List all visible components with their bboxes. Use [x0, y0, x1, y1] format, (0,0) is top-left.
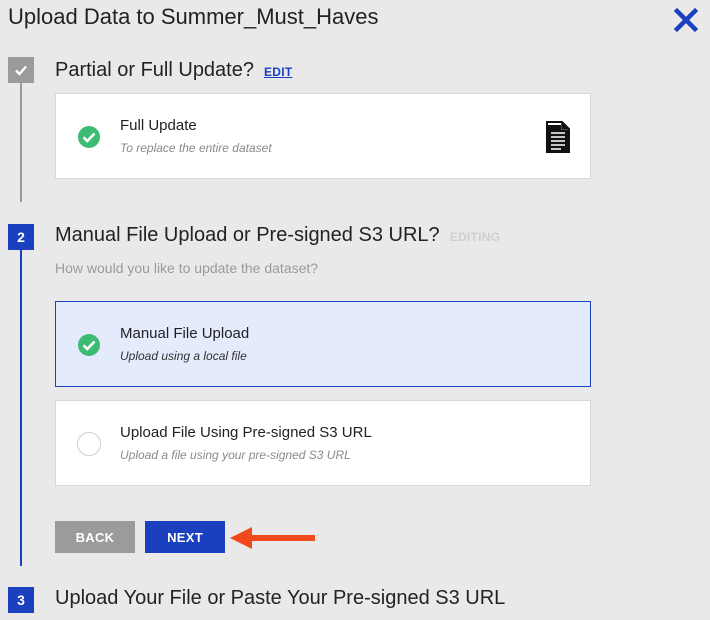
- step-2-heading: Manual File Upload or Pre-signed S3 URL?…: [55, 224, 500, 247]
- dialog-title: Upload Data to Summer_Must_Haves: [8, 4, 379, 29]
- check-circle-icon: [77, 125, 101, 149]
- s3-url-option[interactable]: Upload File Using Pre-signed S3 URL Uplo…: [55, 400, 591, 486]
- edit-link[interactable]: EDIT: [264, 65, 293, 79]
- step-2-rail: [20, 246, 22, 566]
- step-3-title: Upload Your File or Paste Your Pre-signe…: [55, 587, 506, 609]
- step-1-rail: [20, 82, 22, 202]
- step-1-title: Partial or Full Update?: [55, 59, 254, 81]
- check-circle-icon: [77, 333, 101, 357]
- check-icon: [15, 65, 27, 76]
- back-button[interactable]: BACK: [55, 521, 135, 553]
- step-3-heading: Upload Your File or Paste Your Pre-signe…: [55, 587, 505, 610]
- red-arrow-icon: [228, 524, 318, 552]
- option-title: Manual File Upload: [120, 325, 250, 342]
- option-subtitle: Upload a file using your pre-signed S3 U…: [120, 448, 351, 462]
- step-1-marker: [8, 57, 34, 83]
- step-2-question: How would you like to update the dataset…: [55, 260, 319, 276]
- option-title: Full Update: [120, 117, 197, 134]
- option-subtitle: Upload using a local file: [120, 349, 247, 363]
- step-1-heading: Partial or Full Update? EDIT: [55, 59, 293, 82]
- step-2-title: Manual File Upload or Pre-signed S3 URL?: [55, 224, 440, 246]
- option-subtitle: To replace the entire dataset: [120, 141, 272, 155]
- editing-status: EDITING: [449, 230, 501, 244]
- close-icon: [673, 7, 699, 33]
- close-button[interactable]: [673, 7, 699, 33]
- step-2-marker: 2: [8, 224, 34, 250]
- full-update-card[interactable]: Full Update To replace the entire datase…: [55, 93, 591, 179]
- option-title: Upload File Using Pre-signed S3 URL: [120, 424, 372, 441]
- manual-upload-option[interactable]: Manual File Upload Upload using a local …: [55, 301, 591, 387]
- next-button[interactable]: NEXT: [145, 521, 225, 553]
- radio-empty-icon[interactable]: [77, 432, 101, 456]
- step-3-marker: 3: [8, 587, 34, 613]
- document-icon: [545, 121, 571, 153]
